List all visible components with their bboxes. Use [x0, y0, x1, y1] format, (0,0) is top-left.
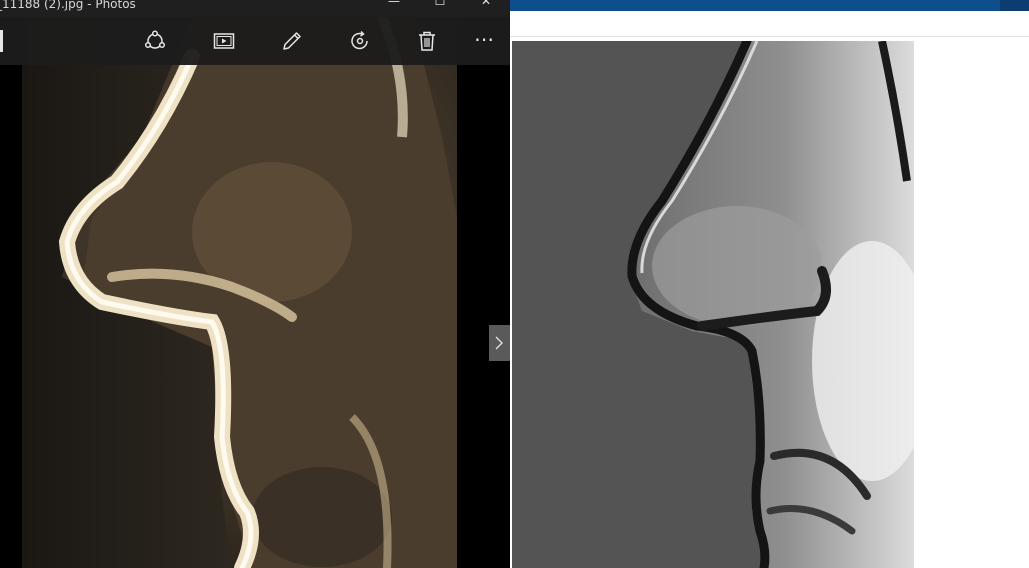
slideshow-icon [213, 33, 235, 49]
maximize-button[interactable]: ☐ [417, 0, 463, 12]
more-options-button[interactable]: ⋯ [466, 21, 506, 61]
close-button[interactable]: ✕ [463, 0, 509, 12]
share-icon [144, 30, 166, 49]
browser-window [510, 0, 1029, 568]
header-band-corner [1000, 0, 1029, 11]
header-divider [510, 36, 1029, 37]
minimize-button[interactable]: — [371, 0, 417, 12]
coin-grayscale-photo [512, 41, 914, 568]
rotate-button[interactable] [340, 21, 380, 61]
rotate-icon [351, 30, 368, 50]
photos-app-window: _11188 (2).jpg - Photos — ☐ ✕ ⋯ [0, 0, 510, 568]
next-photo-button[interactable] [489, 325, 510, 361]
edit-pencil-icon [283, 32, 301, 50]
title-bar[interactable]: _11188 (2).jpg - Photos — ☐ ✕ [0, 0, 510, 17]
back-button[interactable] [0, 30, 3, 52]
delete-button[interactable] [407, 21, 447, 61]
more-options-icon: ⋯ [474, 27, 494, 51]
edit-button[interactable] [272, 21, 312, 61]
window-title: _11188 (2).jpg - Photos [0, 0, 136, 11]
photo-viewer-image[interactable] [22, 17, 457, 568]
coin-macro-photo [22, 17, 457, 568]
coin-reference-image [512, 41, 914, 568]
delete-icon [419, 31, 435, 51]
share-button[interactable] [135, 21, 175, 61]
photos-toolbar: ⋯ [0, 17, 510, 65]
header-band [510, 0, 1029, 11]
chevron-right-icon [495, 336, 503, 350]
slideshow-button[interactable] [204, 21, 244, 61]
